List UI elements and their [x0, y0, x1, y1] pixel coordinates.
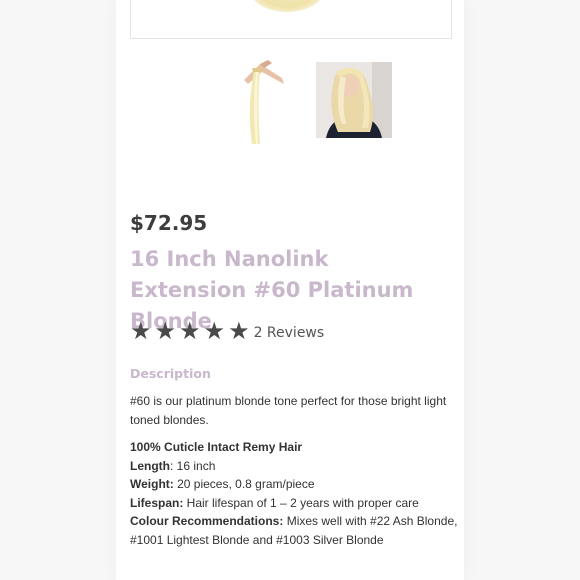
- main-product-image[interactable]: [130, 0, 452, 39]
- star-icon: ★: [154, 317, 177, 345]
- star-icon: ★: [228, 317, 250, 345]
- star-icon: ★: [179, 317, 201, 345]
- thumbnail-gallery: [230, 54, 392, 144]
- spec-weight: Weight: 20 pieces, 0.8 gram/piece: [130, 477, 315, 491]
- spec-length: Length: 16 inch: [130, 458, 216, 473]
- product-price: $72.95: [130, 211, 208, 235]
- star-rating: ★ ★ ★ ★ ★: [130, 318, 250, 344]
- star-icon: ★: [130, 317, 152, 345]
- thumbnail-model-photo[interactable]: [316, 62, 392, 138]
- hair-bundle-thumbnail-image: [244, 60, 284, 144]
- product-specs: 100% Cuticle Intact Remy Hair Length: 16…: [130, 438, 460, 549]
- description-heading: Description: [130, 366, 211, 381]
- reviews-link[interactable]: 2 Reviews: [254, 321, 325, 341]
- star-icon: ★: [203, 317, 226, 345]
- hair-bundle-image: [249, 0, 325, 12]
- product-page: $72.95 16 Inch Nanolink Extension #60 Pl…: [116, 0, 464, 580]
- spec-colour-recommendations: Colour Recommendations: Mixes well with …: [130, 514, 458, 547]
- model-thumbnail-image: [316, 62, 392, 138]
- spec-lifespan: Lifespan: Hair lifespan of 1 – 2 years w…: [130, 495, 419, 510]
- spec-feature: 100% Cuticle Intact Remy Hair: [130, 440, 303, 454]
- thumbnail-hair-bundle[interactable]: [230, 54, 302, 144]
- description-intro: #60 is our platinum blonde tone perfect …: [130, 394, 447, 427]
- product-rating[interactable]: ★ ★ ★ ★ ★ 2 Reviews: [130, 318, 324, 344]
